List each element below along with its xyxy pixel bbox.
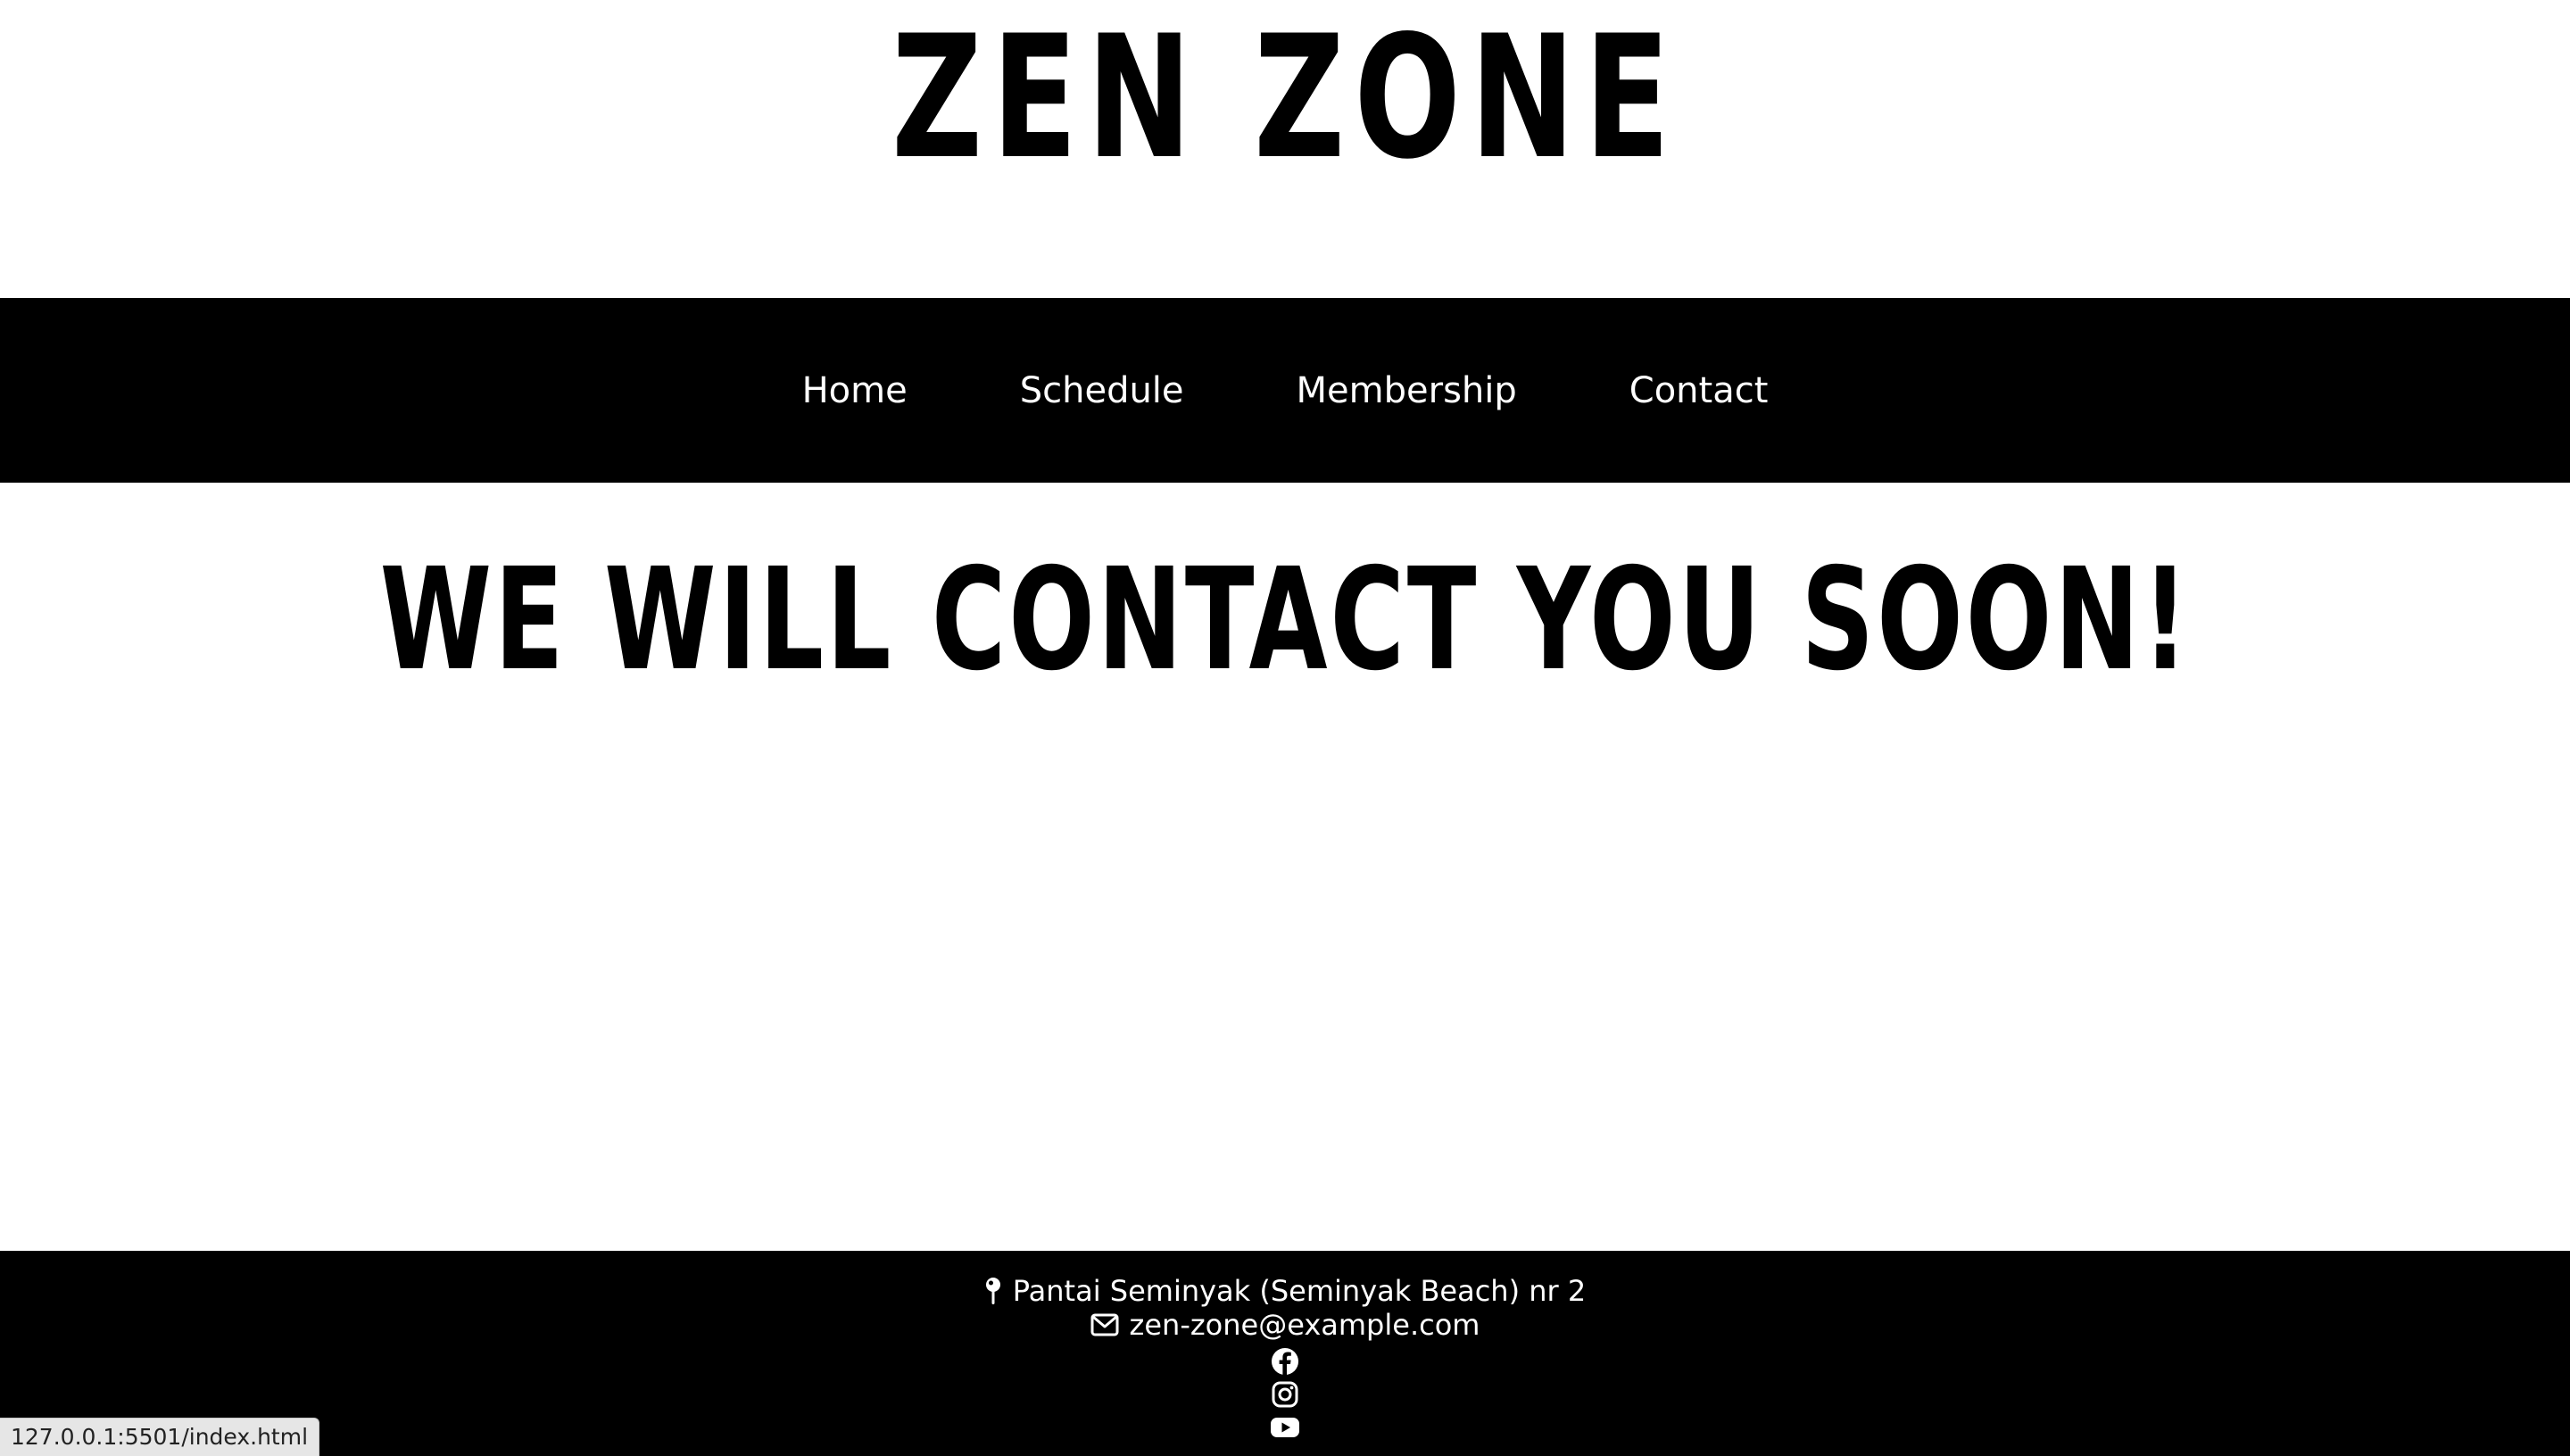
social-links xyxy=(1269,1345,1301,1444)
footer-address: Pantai Seminyak (Seminyak Beach) nr 2 xyxy=(984,1274,1586,1308)
email-link[interactable]: zen-zone@example.com xyxy=(1130,1308,1480,1342)
map-pin-icon xyxy=(985,1278,1000,1304)
confirmation-section: WE WILL CONTACT YOU SOON! xyxy=(0,544,2570,696)
address-text: Pantai Seminyak (Seminyak Beach) nr 2 xyxy=(1012,1274,1587,1308)
youtube-link[interactable] xyxy=(1269,1411,1301,1444)
nav-link-home[interactable]: Home xyxy=(802,370,908,411)
site-title: ZEN ZONE xyxy=(891,0,1679,196)
youtube-icon xyxy=(1271,1418,1299,1437)
nav-link-membership[interactable]: Membership xyxy=(1297,370,1517,411)
nav-link-contact[interactable]: Contact xyxy=(1629,370,1769,411)
nav-list: Home Schedule Membership Contact xyxy=(802,364,1769,418)
site-footer: Pantai Seminyak (Seminyak Beach) nr 2 ze… xyxy=(0,1251,2570,1456)
nav-item-contact: Contact xyxy=(1629,364,1769,418)
instagram-icon xyxy=(1272,1381,1298,1408)
status-bar-url: 127.0.0.1:5501/index.html xyxy=(0,1418,320,1456)
nav-item-membership: Membership xyxy=(1297,364,1517,418)
facebook-link[interactable] xyxy=(1269,1345,1301,1377)
nav-item-schedule: Schedule xyxy=(1020,364,1184,418)
instagram-link[interactable] xyxy=(1269,1378,1301,1410)
envelope-icon xyxy=(1090,1313,1119,1336)
nav-item-home: Home xyxy=(802,364,908,418)
confirmation-headline: WE WILL CONTACT YOU SOON! xyxy=(379,538,2191,702)
nav-link-schedule[interactable]: Schedule xyxy=(1020,370,1184,411)
main-nav: Home Schedule Membership Contact xyxy=(0,298,2570,483)
site-header: ZEN ZONE xyxy=(0,0,2570,298)
footer-content: Pantai Seminyak (Seminyak Beach) nr 2 ze… xyxy=(0,1251,2570,1444)
footer-email: zen-zone@example.com xyxy=(1090,1308,1480,1342)
facebook-icon xyxy=(1272,1348,1298,1375)
